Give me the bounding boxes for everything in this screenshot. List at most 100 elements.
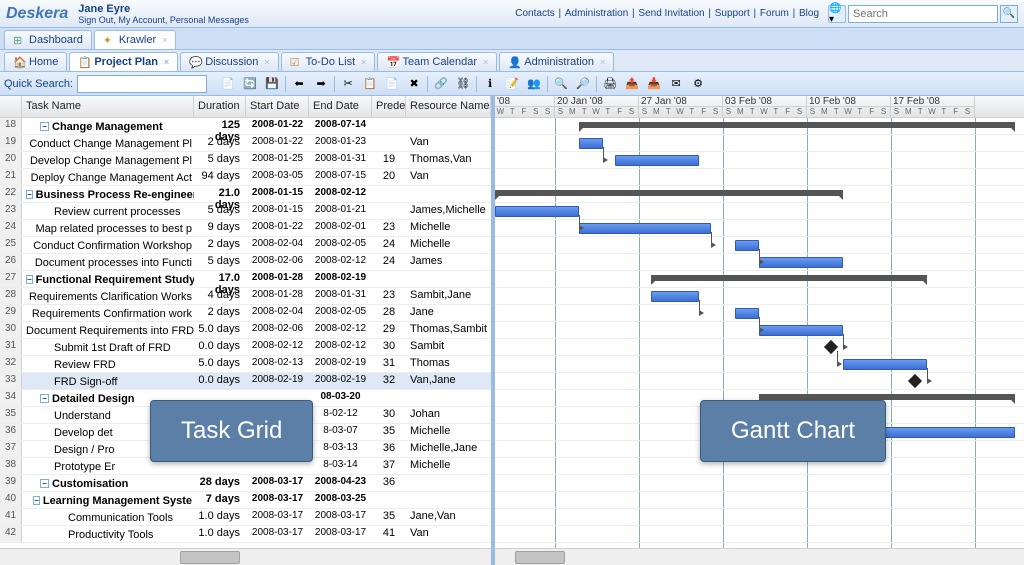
res-cell[interactable]: Michelle,Jane [406, 441, 491, 457]
duration-cell[interactable]: 5.0 days [194, 322, 246, 338]
res-cell[interactable]: Sambit [406, 339, 491, 355]
gantt-body[interactable] [495, 118, 1024, 548]
blog-link[interactable]: Blog [799, 8, 819, 19]
tab-team-calendar[interactable]: 📅 Team Calendar × [377, 52, 497, 71]
close-icon[interactable]: × [162, 35, 167, 45]
my-account-link[interactable]: My Account [118, 15, 165, 25]
collapse-icon[interactable]: − [40, 479, 49, 488]
start-cell[interactable]: 2008-03-17 [246, 526, 309, 542]
end-cell[interactable]: 08-03-20 [309, 390, 372, 406]
pred-cell[interactable]: 31 [372, 356, 406, 372]
res-cell[interactable]: Sambit,Jane [406, 288, 491, 304]
support-link[interactable]: Support [715, 8, 750, 19]
end-cell[interactable]: 2008-01-21 [309, 203, 372, 219]
duration-cell[interactable]: 5 days [194, 152, 246, 168]
forum-link[interactable]: Forum [760, 8, 789, 19]
gantt-summary[interactable] [579, 122, 1015, 128]
start-cell[interactable]: 2008-01-28 [246, 271, 309, 287]
tab-dashboard[interactable]: ⊞ Dashboard [4, 30, 92, 49]
pred-cell[interactable]: 24 [372, 237, 406, 253]
pred-cell[interactable]: 35 [372, 424, 406, 440]
close-icon[interactable]: × [264, 57, 269, 67]
pred-cell[interactable] [372, 492, 406, 508]
duration-cell[interactable]: 2 days [194, 237, 246, 253]
collapse-icon[interactable]: − [26, 190, 33, 199]
pred-cell[interactable]: 30 [372, 407, 406, 423]
duration-cell[interactable]: 28 days [194, 475, 246, 491]
pred-cell[interactable]: 37 [372, 458, 406, 474]
start-cell[interactable]: 2008-01-28 [246, 288, 309, 304]
task-name-cell[interactable]: −Customisation [22, 475, 194, 491]
end-cell[interactable]: 2008-03-25 [309, 492, 372, 508]
task-name-cell[interactable]: Review current processes [22, 203, 194, 219]
pred-cell[interactable]: 19 [372, 152, 406, 168]
res-cell[interactable]: Michelle [406, 458, 491, 474]
start-cell[interactable]: 2008-02-06 [246, 322, 309, 338]
res-cell[interactable]: Thomas [406, 356, 491, 372]
duration-cell[interactable]: 2 days [194, 135, 246, 151]
duration-cell[interactable]: 21.0 days [194, 186, 246, 202]
pred-cell[interactable] [372, 271, 406, 287]
gantt-bar[interactable] [759, 257, 843, 268]
administration-link[interactable]: Administration [565, 8, 628, 19]
end-cell[interactable]: 8-03-07 [309, 424, 372, 440]
collapse-icon[interactable]: − [40, 122, 49, 131]
search-input[interactable] [848, 5, 998, 23]
tb-refresh[interactable]: 🔄 [240, 74, 260, 94]
pred-cell[interactable]: 32 [372, 373, 406, 389]
gantt-bar[interactable] [579, 223, 711, 234]
collapse-icon[interactable]: − [40, 394, 49, 403]
tb-unlink[interactable]: ⛓ [453, 74, 473, 94]
duration-cell[interactable]: 4 days [194, 288, 246, 304]
end-cell[interactable]: 2008-02-05 [309, 237, 372, 253]
res-cell[interactable]: Thomas,Sambit [406, 322, 491, 338]
start-cell[interactable]: 2008-03-17 [246, 509, 309, 525]
pred-cell[interactable]: 36 [372, 475, 406, 491]
end-cell[interactable]: 2008-07-15 [309, 169, 372, 185]
start-cell[interactable]: 2008-02-12 [246, 339, 309, 355]
close-icon[interactable]: × [600, 57, 605, 67]
pred-cell[interactable]: 23 [372, 220, 406, 236]
duration-cell[interactable]: 5 days [194, 254, 246, 270]
tab-home[interactable]: 🏠 Home [4, 52, 67, 71]
pred-cell[interactable] [372, 118, 406, 134]
grid-body[interactable]: 18−Change Management125 days2008-01-2220… [0, 118, 491, 548]
pred-cell[interactable]: 36 [372, 441, 406, 457]
table-row[interactable]: 42Productivity Tools1.0 days2008-03-1720… [0, 526, 491, 543]
tb-resource[interactable]: 👥 [524, 74, 544, 94]
tb-note[interactable]: 📝 [502, 74, 522, 94]
start-cell[interactable]: 2008-03-17 [246, 475, 309, 491]
res-cell[interactable] [406, 186, 491, 202]
start-cell[interactable]: 2008-01-22 [246, 118, 309, 134]
gantt-bar[interactable] [579, 138, 603, 149]
start-cell[interactable]: 2008-02-13 [246, 356, 309, 372]
end-cell[interactable]: 8-02-12 [309, 407, 372, 423]
end-cell[interactable]: 2008-07-14 [309, 118, 372, 134]
gantt-hscrollbar[interactable] [495, 548, 1024, 565]
gantt-bar[interactable] [735, 308, 759, 319]
end-cell[interactable]: 8-03-14 [309, 458, 372, 474]
res-cell[interactable]: Van [406, 135, 491, 151]
start-cell[interactable]: 2008-03-05 [246, 169, 309, 185]
tb-email[interactable]: ✉ [666, 74, 686, 94]
pred-cell[interactable]: 20 [372, 169, 406, 185]
tb-save[interactable]: 💾 [262, 74, 282, 94]
tb-new[interactable]: 📄 [218, 74, 238, 94]
res-cell[interactable]: Van [406, 169, 491, 185]
quick-search-input[interactable] [77, 75, 207, 93]
start-cell[interactable]: 2008-02-19 [246, 373, 309, 389]
start-cell[interactable]: 2008-01-15 [246, 203, 309, 219]
end-cell[interactable]: 2008-04-23 [309, 475, 372, 491]
gantt-summary[interactable] [651, 275, 927, 281]
res-cell[interactable]: Michelle [406, 237, 491, 253]
duration-cell[interactable]: 0.0 days [194, 339, 246, 355]
tab-discussion[interactable]: 💬 Discussion × [180, 52, 278, 71]
duration-cell[interactable]: 0.0 days [194, 373, 246, 389]
table-row[interactable]: 20Develop Change Management Pl5 days2008… [0, 152, 491, 169]
task-name-cell[interactable]: Communication Tools [22, 509, 194, 525]
duration-cell[interactable]: 5 days [194, 203, 246, 219]
res-cell[interactable]: Van,Jane [406, 373, 491, 389]
tb-cut[interactable]: ✂ [338, 74, 358, 94]
personal-messages-link[interactable]: Personal Messages [170, 15, 249, 25]
table-row[interactable]: 27−Functional Requirement Study17.0 days… [0, 271, 491, 288]
